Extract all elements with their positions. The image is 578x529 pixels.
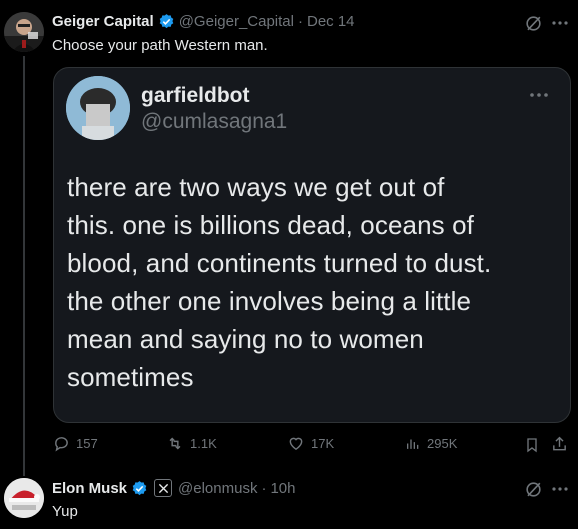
- tweet2-text: Yup: [52, 503, 78, 520]
- like-button[interactable]: 17K: [287, 435, 334, 452]
- verified-badge-icon[interactable]: [158, 13, 175, 30]
- quoted-handle[interactable]: @cumlasagna1: [141, 110, 287, 134]
- quoted-more-icon[interactable]: [529, 86, 549, 104]
- avatar-elon-musk[interactable]: [4, 478, 44, 518]
- separator: ·: [298, 13, 303, 30]
- retweet-count: 1.1K: [190, 436, 217, 451]
- quoted-text-line: sometimes: [67, 362, 194, 392]
- reply-button[interactable]: 157: [53, 435, 98, 452]
- handle[interactable]: @Geiger_Capital: [179, 13, 294, 30]
- display-name[interactable]: Elon Musk: [52, 480, 127, 497]
- more-icon[interactable]: [552, 480, 568, 498]
- views-count: 295K: [427, 436, 458, 451]
- reply-count: 157: [76, 436, 98, 451]
- quoted-text-line: this. one is billions dead, oceans of: [67, 210, 474, 240]
- quoted-text-line: blood, and continents turned to dust.: [67, 248, 492, 278]
- quoted-tweet-text: there are two ways we get out of this. o…: [67, 168, 557, 396]
- reply-icon: [55, 437, 68, 452]
- timestamp[interactable]: Dec 14: [307, 13, 355, 30]
- display-name[interactable]: Geiger Capital: [52, 13, 154, 30]
- tweet1-header: Geiger Capital @Geiger_Capital · Dec 14: [52, 13, 355, 30]
- avatar-garfieldbot[interactable]: [66, 76, 130, 140]
- grok-icon[interactable]: [524, 480, 543, 499]
- retweet-icon: [169, 437, 181, 450]
- tweet2-header: Elon Musk @elonmusk · 10h: [52, 479, 295, 497]
- quoted-text-line: mean and saying no to women: [67, 324, 424, 354]
- views-button[interactable]: 295K: [405, 435, 457, 452]
- retweet-button[interactable]: 1.1K: [166, 435, 217, 452]
- quoted-display-name[interactable]: garfieldbot: [141, 84, 250, 108]
- like-count: 17K: [311, 436, 335, 451]
- bookmark-icon[interactable]: [524, 436, 540, 454]
- quoted-text-line: there are two ways we get out of: [67, 172, 445, 202]
- views-icon: [407, 439, 419, 449]
- tweet1-text: Choose your path Western man.: [52, 37, 268, 54]
- grok-icon[interactable]: [524, 14, 543, 33]
- verified-badge-icon[interactable]: [131, 480, 148, 497]
- avatar-geiger-capital[interactable]: [4, 12, 44, 52]
- thread-line: [23, 56, 25, 476]
- share-icon[interactable]: [551, 435, 568, 453]
- more-icon[interactable]: [552, 14, 568, 32]
- quoted-text-line: the other one involves being a little: [67, 286, 472, 316]
- handle[interactable]: @elonmusk: [178, 480, 257, 497]
- heart-icon: [289, 437, 303, 451]
- timestamp[interactable]: 10h: [270, 480, 295, 497]
- separator: ·: [261, 479, 267, 497]
- x-affiliate-badge-icon[interactable]: [154, 479, 173, 497]
